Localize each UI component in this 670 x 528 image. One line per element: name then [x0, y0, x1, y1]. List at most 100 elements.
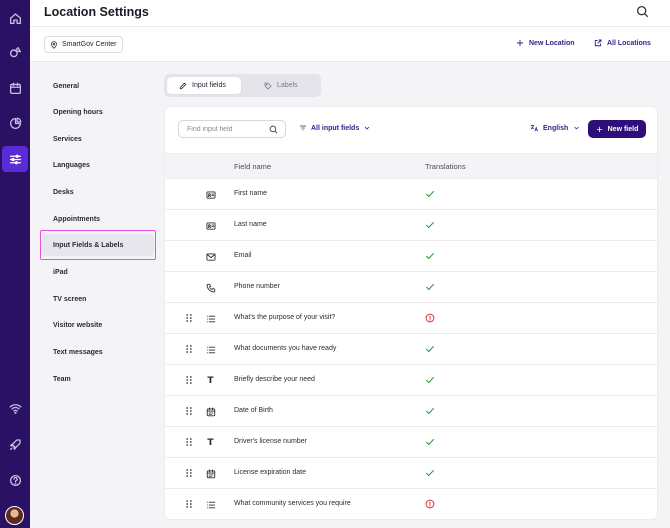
field-name: Briefly describe your need: [234, 376, 315, 383]
settings-nav-opening-hours[interactable]: Opening hours: [42, 101, 154, 123]
field-name: First name: [234, 190, 268, 197]
language-dropdown[interactable]: English: [530, 124, 581, 132]
mail-icon: [205, 251, 216, 262]
check-icon: [425, 220, 435, 230]
id-card-icon: [205, 220, 216, 231]
table-row[interactable]: T Driver's license number: [165, 427, 657, 458]
settings-nav-ipad[interactable]: iPad: [42, 261, 154, 283]
page-title: Location Settings: [44, 5, 149, 19]
phone-icon: [205, 282, 216, 293]
field-name: What community services you require: [234, 500, 351, 507]
tab-input-fields-label: Input fields: [192, 82, 226, 89]
settings-nav-desks[interactable]: Desks: [42, 181, 154, 203]
top-header: Location Settings: [30, 0, 670, 27]
search-icon: [269, 125, 278, 134]
drag-handle-icon[interactable]: [186, 500, 192, 508]
warning-icon: [425, 499, 435, 509]
drag-handle-icon[interactable]: [186, 376, 192, 384]
table-row[interactable]: Email: [165, 241, 657, 272]
all-locations-label: All Locations: [607, 39, 651, 47]
settings-nav-text-messages[interactable]: Text messages: [42, 341, 154, 363]
table-row[interactable]: What's the purpose of your visit?: [165, 303, 657, 334]
field-name: Phone number: [234, 283, 280, 290]
all-locations-link[interactable]: All Locations: [594, 39, 651, 47]
drag-handle-icon[interactable]: [186, 407, 192, 415]
rocket-icon[interactable]: [3, 432, 27, 456]
search-field[interactable]: [178, 120, 286, 138]
check-icon: [425, 437, 435, 447]
check-icon: [425, 375, 435, 385]
settings-nav: General Opening hours Services Languages…: [30, 62, 160, 528]
language-label: English: [543, 124, 569, 132]
new-location-label: New Location: [529, 39, 575, 47]
calendar-icon[interactable]: [3, 76, 27, 100]
table-row[interactable]: What community services you require: [165, 489, 657, 519]
table-row[interactable]: Phone number: [165, 272, 657, 303]
drag-handle-icon[interactable]: [186, 469, 192, 477]
drag-handle-icon[interactable]: [186, 345, 192, 353]
check-icon: [425, 282, 435, 292]
new-location-link[interactable]: New Location: [516, 39, 575, 47]
settings-nav-input-fields-labels[interactable]: Input Fields & Labels: [42, 234, 154, 256]
avatar[interactable]: [5, 506, 24, 525]
table-row[interactable]: License expiration date: [165, 458, 657, 489]
settings-nav-team[interactable]: Team: [42, 368, 154, 390]
settings-nav-services[interactable]: Services: [42, 128, 154, 150]
field-name: Date of Birth: [234, 407, 273, 414]
pie-chart-icon[interactable]: [3, 111, 27, 135]
field-name: License expiration date: [234, 469, 306, 476]
check-icon: [425, 344, 435, 354]
list-icon: [205, 499, 216, 510]
calendar-icon: [205, 406, 216, 417]
settings-nav-general[interactable]: General: [42, 75, 154, 97]
panel-toolbar: All input fields English New field: [165, 107, 657, 151]
home-icon[interactable]: [3, 6, 27, 30]
warning-icon: [425, 313, 435, 323]
location-selector[interactable]: SmartGov Center: [44, 36, 124, 53]
text-icon: T: [207, 375, 214, 386]
help-icon[interactable]: [3, 468, 27, 492]
location-bar: SmartGov Center New Location All Locatio…: [30, 27, 670, 62]
tab-input-fields[interactable]: Input fields: [167, 77, 241, 94]
settings-nav-appointments[interactable]: Appointments: [42, 208, 154, 230]
table-row[interactable]: Date of Birth: [165, 396, 657, 427]
id-card-icon: [205, 189, 216, 200]
field-list: First name Last name Email Phone number What…: [165, 179, 657, 519]
translate-icon: [530, 124, 539, 132]
column-header-translations: Translations: [425, 162, 466, 171]
filter-dropdown[interactable]: All input fields: [299, 124, 371, 132]
new-field-button[interactable]: New field: [588, 120, 646, 138]
drag-handle-icon[interactable]: [186, 438, 192, 446]
external-link-icon: [594, 39, 602, 47]
tag-icon: [264, 82, 272, 90]
settings-sliders-icon[interactable]: [2, 146, 28, 172]
list-icon: [205, 344, 216, 355]
field-name: Last name: [234, 221, 267, 228]
search-input[interactable]: [187, 125, 267, 133]
settings-nav-visitor-website[interactable]: Visitor website: [42, 314, 154, 336]
table-row[interactable]: What documents you have ready: [165, 334, 657, 365]
filter-label: All input fields: [311, 124, 360, 132]
shapes-icon[interactable]: [3, 40, 27, 64]
table-header: Field name Translations: [165, 153, 657, 179]
calendar-icon: [205, 468, 216, 479]
table-row[interactable]: First name: [165, 179, 657, 210]
chevron-down-icon: [364, 126, 370, 130]
tab-labels[interactable]: Labels: [252, 77, 310, 94]
settings-nav-languages[interactable]: Languages: [42, 154, 154, 176]
table-row[interactable]: Last name: [165, 210, 657, 241]
check-icon: [425, 406, 435, 416]
plus-icon: [596, 126, 602, 132]
table-row[interactable]: T Briefly describe your need: [165, 365, 657, 396]
map-pin-icon: [51, 40, 57, 49]
check-icon: [425, 468, 435, 478]
settings-nav-tv-screen[interactable]: TV screen: [42, 288, 154, 310]
input-fields-panel: All input fields English New field Field…: [164, 106, 658, 520]
search-icon[interactable]: [636, 5, 652, 21]
check-icon: [425, 251, 435, 261]
check-icon: [425, 189, 435, 199]
list-icon: [205, 313, 216, 324]
drag-handle-icon[interactable]: [186, 314, 192, 322]
wifi-icon[interactable]: [3, 396, 27, 420]
field-name: Email: [234, 252, 252, 259]
